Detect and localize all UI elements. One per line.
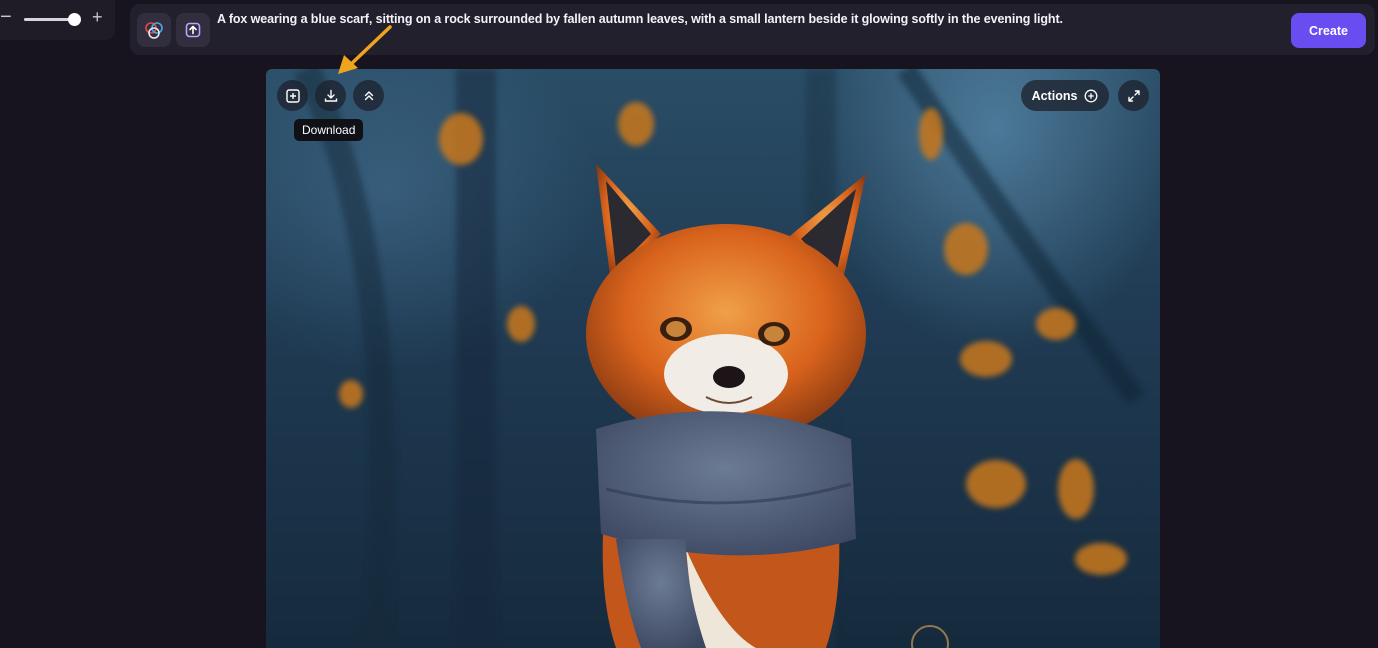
- download-tooltip: Download: [294, 119, 364, 141]
- add-square-icon: [285, 88, 300, 103]
- zoom-panel: − +: [0, 0, 115, 40]
- actions-button[interactable]: Actions: [1021, 80, 1109, 111]
- color-circles-icon: [145, 22, 163, 39]
- zoom-in-button[interactable]: +: [92, 7, 103, 27]
- fox-illustration: [294, 69, 1145, 648]
- upload-tool-button[interactable]: [176, 13, 210, 47]
- annotation-arrow: [338, 25, 392, 74]
- zoom-slider-thumb[interactable]: [68, 13, 82, 26]
- zoom-out-button[interactable]: −: [0, 7, 12, 27]
- prompt-bar: A fox wearing a blue scarf, sitting on a…: [130, 4, 1375, 55]
- expand-icon: [1127, 89, 1140, 102]
- download-button[interactable]: [315, 80, 346, 111]
- actions-label: Actions: [1031, 88, 1078, 103]
- collapse-button[interactable]: [353, 80, 384, 111]
- plus-circle-icon: [1084, 89, 1098, 102]
- download-icon: [324, 89, 337, 102]
- expand-button[interactable]: [1118, 80, 1149, 111]
- zoom-slider-fill: [24, 18, 75, 21]
- generated-image[interactable]: Download Actions: [266, 69, 1160, 648]
- upload-icon: [185, 22, 201, 38]
- create-button[interactable]: Create: [1291, 13, 1366, 48]
- color-tool-button[interactable]: [137, 13, 171, 47]
- add-to-board-button[interactable]: [277, 80, 308, 111]
- chevrons-up-icon: [364, 90, 373, 100]
